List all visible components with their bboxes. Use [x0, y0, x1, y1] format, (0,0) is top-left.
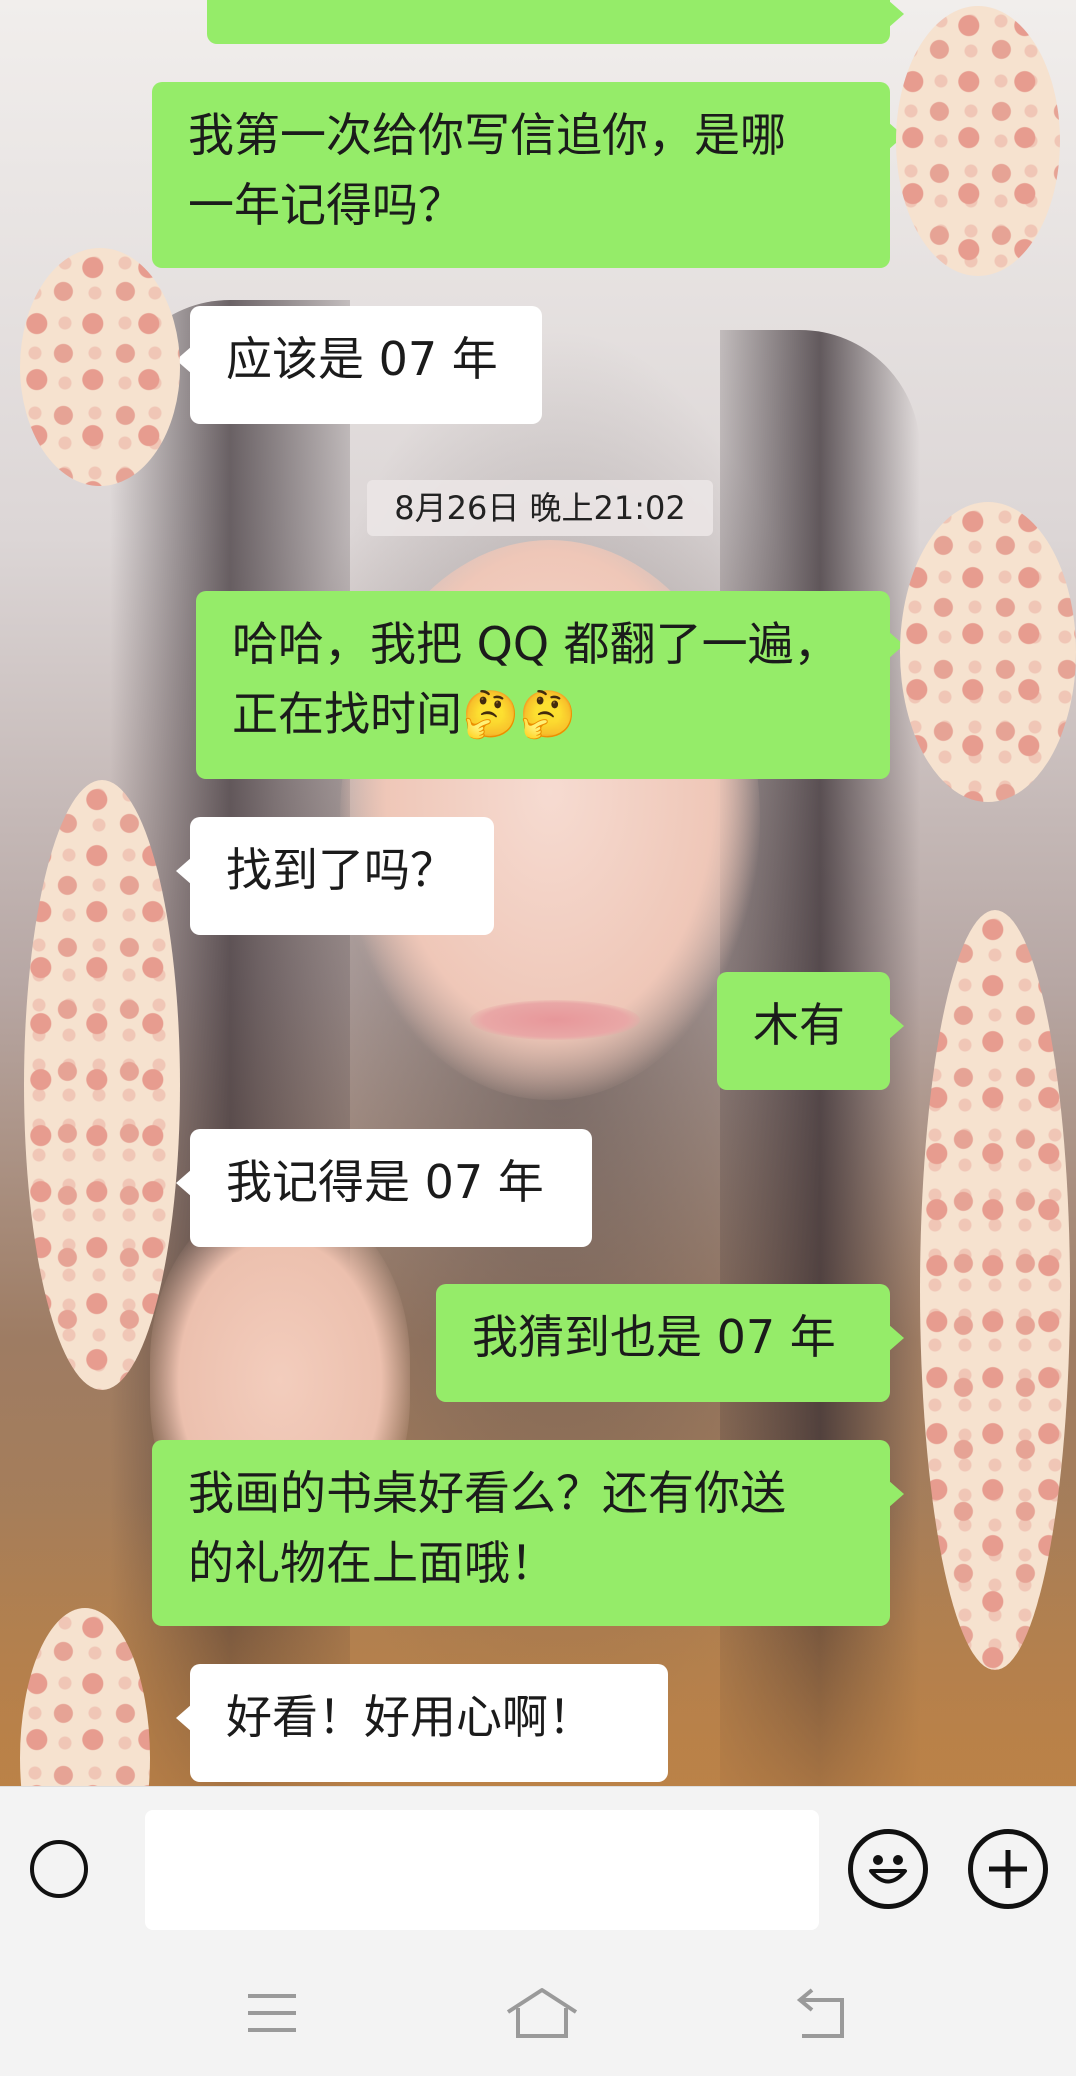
avatar[interactable] — [920, 910, 1070, 1670]
message-bubble-sent[interactable]: 木有 — [717, 972, 904, 1090]
home-icon[interactable] — [504, 1985, 580, 2041]
voice-icon[interactable] — [30, 1840, 88, 1898]
message-text: 我画的书桌好看么？还有你送 — [188, 1466, 786, 1520]
timestamp: 8月26日 晚上21:02 — [367, 480, 713, 536]
message-bubble-sent[interactable]: 我猜到也是 07 年 — [436, 1284, 904, 1402]
avatar[interactable] — [24, 780, 180, 1390]
emoji-icon[interactable] — [848, 1829, 928, 1909]
avatar[interactable] — [900, 502, 1076, 802]
message-bubble-sent[interactable]: 哈哈，我把 QQ 都翻了一遍， 正在找时间🤔🤔 — [196, 591, 904, 779]
menu-icon[interactable] — [240, 1985, 304, 2041]
message-text: 我猜到也是 07 年 — [472, 1310, 836, 1364]
message-text: 应该是 07 年 — [226, 332, 498, 386]
message-text: 好看！好用心啊！ — [226, 1690, 594, 1744]
message-text: 木有 — [753, 998, 845, 1052]
message-bubble-sent[interactable]: 我第一次给你写信追你，是哪 一年记得吗？ — [152, 82, 904, 268]
message-bubble-received[interactable]: 找到了吗？ — [176, 817, 494, 935]
chat-area: 我第一次给你写信追你，是哪 一年记得吗？ 应该是 07 年 8月26日 晚上21… — [0, 0, 1076, 1786]
avatar[interactable] — [896, 6, 1060, 276]
message-text: 一年记得吗？ — [188, 178, 464, 232]
background-photo — [470, 1000, 640, 1040]
message-text: 我记得是 07 年 — [226, 1155, 544, 1209]
message-bubble-partial[interactable] — [207, 0, 904, 44]
plus-icon[interactable] — [968, 1829, 1048, 1909]
message-text: 我第一次给你写信追你，是哪 — [188, 108, 786, 162]
message-text: 找到了吗？ — [226, 843, 456, 897]
message-text: 正在找时间🤔🤔 — [232, 687, 577, 741]
message-input[interactable] — [145, 1810, 819, 1930]
message-bubble-sent[interactable]: 我画的书桌好看么？还有你送 的礼物在上面哦！ — [152, 1440, 904, 1626]
message-bubble-received[interactable]: 我记得是 07 年 — [176, 1129, 592, 1247]
message-bubble-received[interactable]: 好看！好用心啊！ — [176, 1664, 668, 1782]
message-text: 哈哈，我把 QQ 都翻了一遍， — [232, 617, 840, 671]
message-bubble-received[interactable]: 应该是 07 年 — [176, 306, 542, 424]
avatar[interactable] — [20, 248, 180, 486]
message-text: 的礼物在上面哦！ — [188, 1536, 556, 1590]
back-icon[interactable] — [790, 1985, 854, 2041]
